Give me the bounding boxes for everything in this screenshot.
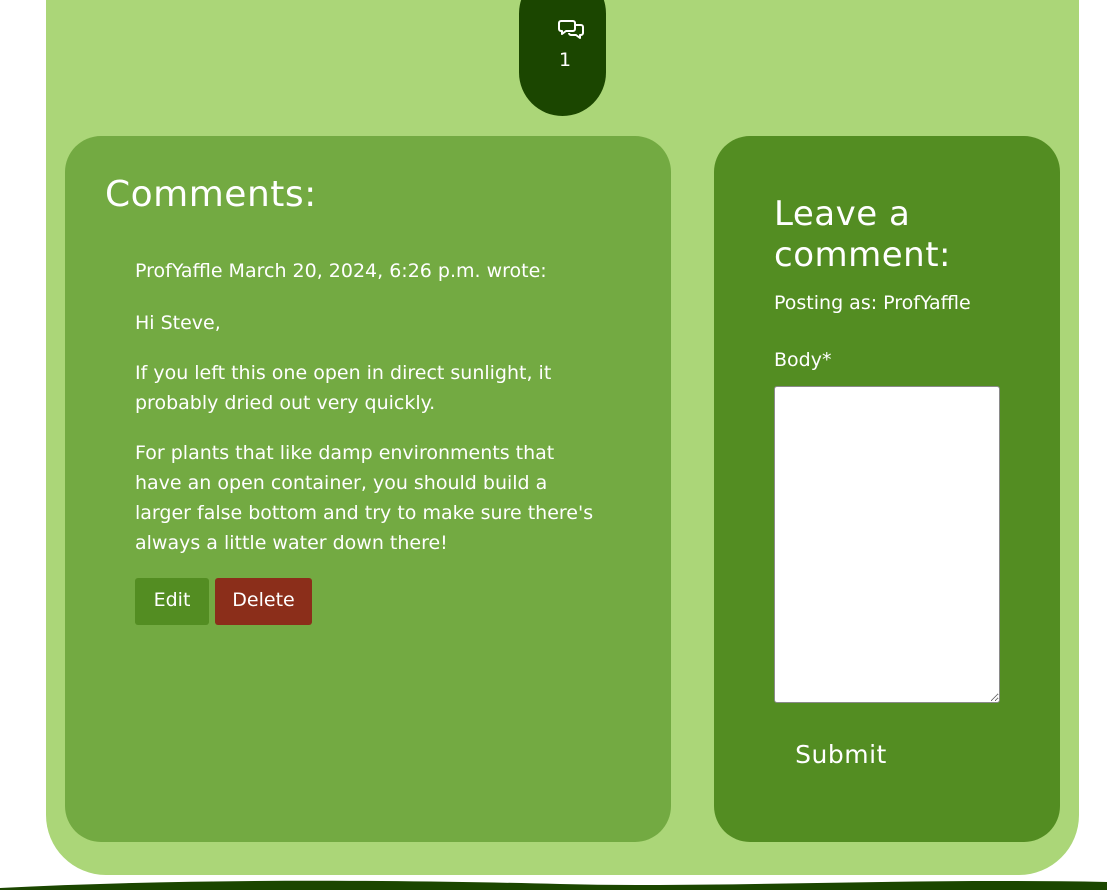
comment-actions: Edit Delete bbox=[135, 578, 312, 625]
comment-paragraph: For plants that like damp environments t… bbox=[135, 442, 594, 554]
edit-comment-button[interactable]: Edit bbox=[135, 578, 209, 625]
comment-meta: ProfYaffle March 20, 2024, 6:26 p.m. wro… bbox=[135, 260, 547, 282]
comments-icon bbox=[558, 18, 586, 42]
comment-form-section: Leave a comment: Posting as: ProfYaffle … bbox=[714, 136, 1060, 842]
comments-heading: Comments: bbox=[105, 174, 317, 215]
comment-body: Hi Steve, If you left this one open in d… bbox=[135, 308, 605, 578]
comment-body-textarea[interactable] bbox=[774, 386, 1000, 703]
comment-form-heading: Leave a comment: bbox=[774, 194, 951, 275]
comment-count-value: 1 bbox=[559, 49, 572, 71]
comment-paragraph: Hi Steve, bbox=[135, 312, 221, 334]
delete-comment-button[interactable]: Delete bbox=[215, 578, 312, 625]
body-field-label: Body* bbox=[774, 349, 832, 371]
posting-as-text: Posting as: ProfYaffle bbox=[774, 292, 971, 314]
comment-paragraph: If you left this one open in direct sunl… bbox=[135, 362, 552, 414]
submit-comment-button[interactable]: Submit bbox=[774, 731, 908, 777]
footer-wave bbox=[0, 880, 1107, 890]
post-detail-page: 1 Comments: ProfYaffle March 20, 2024, 6… bbox=[0, 0, 1107, 890]
comments-section: Comments: ProfYaffle March 20, 2024, 6:2… bbox=[65, 136, 671, 842]
comment-count-badge: 1 bbox=[519, 0, 606, 116]
